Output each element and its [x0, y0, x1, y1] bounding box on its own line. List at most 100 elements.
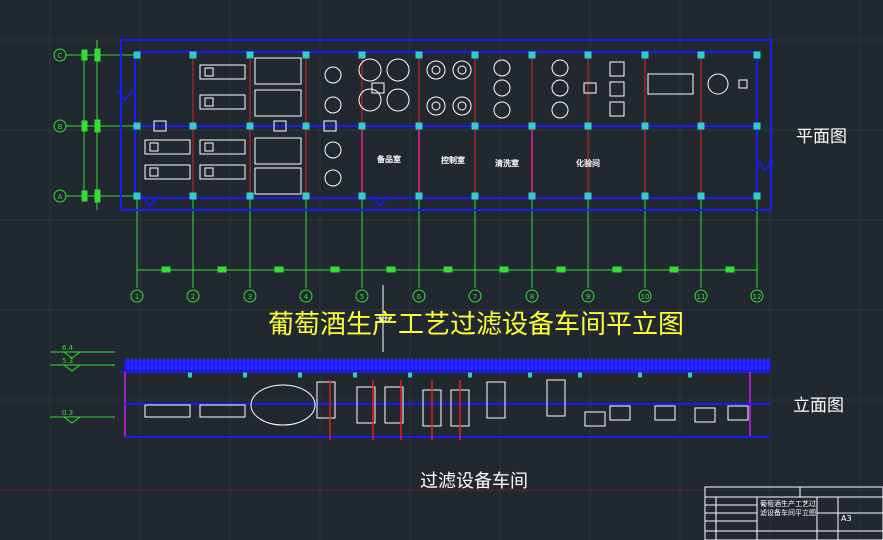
column-axis-number: 6 [417, 293, 422, 301]
elevation-column-mark [528, 372, 532, 378]
column-axis-number: 9 [586, 293, 590, 301]
structural-column [753, 192, 761, 200]
filter-press-equipment [144, 139, 191, 155]
dimension-tick [330, 266, 340, 273]
structural-column [415, 192, 423, 200]
control-panel-equipment [647, 73, 694, 95]
column-axis-number: 5 [360, 293, 364, 301]
equipment-elevation [694, 407, 716, 423]
equipment-elevation [727, 405, 749, 421]
structural-column [358, 51, 366, 59]
structural-column [246, 51, 254, 59]
level-marker [63, 364, 81, 372]
room-label: 控制室 [441, 156, 465, 165]
equipment-detail [204, 142, 214, 152]
square-equipment [609, 101, 625, 117]
structural-column [302, 192, 310, 200]
storage-tank-equipment [254, 167, 302, 195]
structural-column [133, 51, 141, 59]
level-marker [63, 416, 81, 424]
equipment-detail [431, 101, 441, 111]
structural-column [641, 51, 649, 59]
pump-equipment [371, 82, 385, 94]
elevation-column-mark [638, 372, 642, 378]
title-block-size: A3 [841, 514, 852, 523]
filter-press-equipment [199, 94, 246, 110]
elevation-view-label: 立面图 [793, 396, 844, 416]
cad-drawing: 1 2 3 4 5 6 7 8 9 10 11 12 C B A 6.4 5.3 0.3 葡萄酒生产工艺过滤设备车… [0, 0, 883, 540]
elevation-column-mark [688, 372, 692, 378]
round-tank-equipment [551, 59, 569, 77]
storage-tank-equipment [254, 137, 302, 165]
round-tank-equipment [386, 58, 410, 82]
dimension-tick [725, 266, 735, 273]
structural-column [471, 51, 479, 59]
storage-tank-equipment [254, 57, 302, 85]
structural-column [528, 51, 536, 59]
level-value: 6.4 [62, 344, 74, 352]
square-equipment [609, 81, 625, 97]
row-axis-letter: C [58, 52, 63, 60]
dimension-tick [217, 266, 227, 273]
structural-column [358, 192, 366, 200]
filter-press-elevation [199, 404, 246, 418]
structural-column [584, 51, 592, 59]
filter-press-equipment [144, 164, 191, 180]
elevation-column-mark [578, 372, 582, 378]
dimension-tick [386, 266, 396, 273]
square-equipment [609, 61, 625, 77]
structural-column [246, 192, 254, 200]
round-tank-equipment [551, 79, 569, 97]
dimension-tick [274, 266, 284, 273]
filter-press-equipment [199, 64, 246, 80]
structural-column [641, 192, 649, 200]
structural-column [471, 192, 479, 200]
round-tank-equipment [493, 59, 511, 77]
room-label: 备品室 [377, 155, 401, 164]
level-value: 5.3 [62, 357, 73, 365]
round-tank-equipment [551, 101, 569, 119]
structural-column [528, 192, 536, 200]
structural-column [697, 122, 705, 130]
column-axis-number: 10 [641, 293, 650, 301]
structural-column [302, 122, 310, 130]
column-axis-number: 11 [697, 293, 706, 301]
dimension-tick [669, 266, 679, 273]
small-equipment [738, 79, 748, 89]
round-tank-equipment [493, 79, 511, 97]
elevation-column-mark [188, 372, 192, 378]
round-tank-equipment [324, 66, 342, 84]
structural-column [753, 51, 761, 59]
round-tank-equipment [452, 60, 472, 80]
title-block-name: 葡萄酒生产工艺过滤设备车间平立图 [760, 500, 816, 517]
equipment-detail [457, 65, 467, 75]
round-tank-equipment [324, 169, 342, 187]
dimension-tick [612, 266, 622, 273]
round-tank-equipment [452, 96, 472, 116]
round-tank-equipment [386, 88, 410, 112]
round-tank-equipment [426, 60, 446, 80]
drawing-canvas[interactable]: 1 2 3 4 5 6 7 8 9 10 11 12CBA6.45.30.3 [0, 0, 883, 540]
dimension-tick [556, 266, 566, 273]
elevation-column-mark [243, 372, 247, 378]
equipment-detail [431, 65, 441, 75]
dimension-tick [499, 266, 509, 273]
row-axis-letter: A [58, 193, 63, 201]
drawing-title: 葡萄酒生产工艺过滤设备车间平立图 [268, 310, 685, 340]
door-swing [116, 89, 134, 102]
column-axis-number: 3 [248, 293, 252, 301]
dimension-tick [443, 266, 453, 273]
structural-column [697, 51, 705, 59]
equipment-elevation [584, 411, 606, 427]
round-tank-equipment [324, 96, 342, 114]
column-axis-number: 4 [304, 293, 309, 301]
structural-column [133, 122, 141, 130]
round-tank-equipment [426, 96, 446, 116]
round-equipment [707, 73, 729, 95]
equipment-elevation [609, 405, 631, 421]
structural-column [246, 122, 254, 130]
workshop-subtitle: 过滤设备车间 [420, 471, 528, 492]
filter-press-equipment [199, 139, 246, 155]
level-value: 0.3 [62, 409, 73, 417]
equipment-elevation [654, 405, 676, 421]
